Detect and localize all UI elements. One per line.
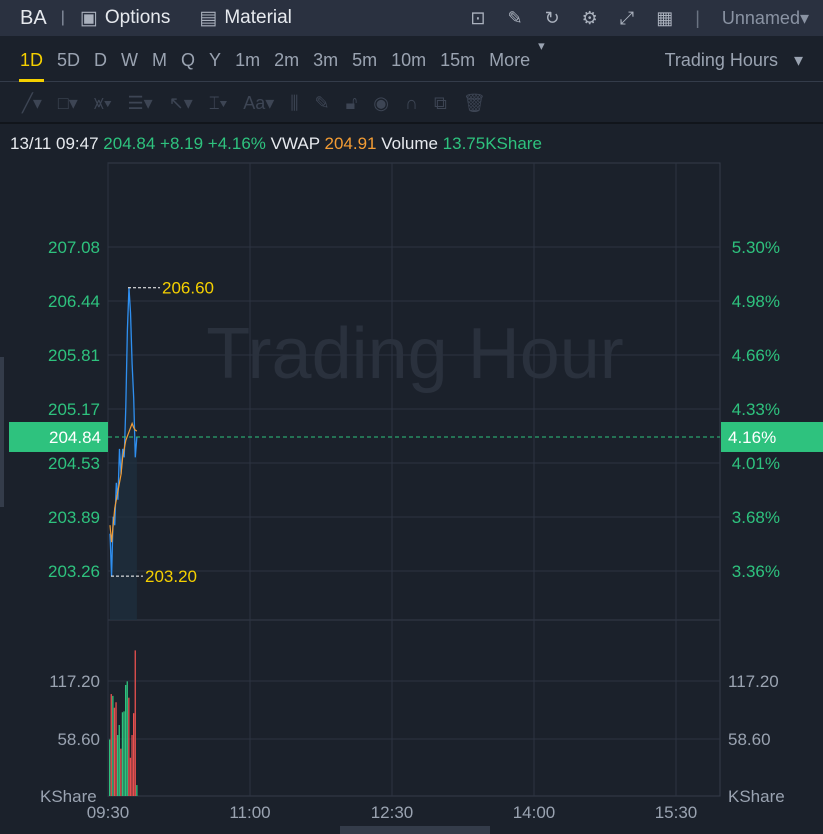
volume-bar [129, 757, 132, 796]
volume-bar [121, 712, 124, 796]
volume-bar [126, 681, 128, 796]
watermark: Trading Hour [206, 314, 624, 394]
pct-tick: 5.30% [732, 238, 780, 257]
time-tick: 12:30 [371, 803, 414, 822]
chart-scrollbar[interactable] [340, 826, 490, 834]
low-label: 203.20 [145, 567, 197, 586]
volume-tick-right: 117.20 [728, 672, 779, 691]
volume-bar [131, 735, 133, 796]
price-tick: 205.81 [48, 346, 100, 365]
volume-bar [115, 702, 117, 796]
volume-tick-right: 58.60 [728, 730, 771, 749]
pct-tick: 4.01% [732, 454, 780, 473]
volume-bar [113, 707, 116, 796]
volume-bar [117, 735, 119, 796]
volume-bar [112, 695, 114, 796]
price-tick: 205.17 [48, 400, 100, 419]
volume-bar [136, 785, 138, 796]
time-tick: 11:00 [229, 803, 270, 822]
volume-tick: 58.60 [57, 730, 100, 749]
pct-tick: 4.98% [732, 292, 780, 311]
intraday-chart[interactable]: 207.08 5.30% 206.44 4.98% 205.81 4.66% 205.17 4… [0, 0, 823, 834]
current-pct-label: 4.16% [728, 428, 776, 447]
time-tick: 15:30 [655, 803, 698, 822]
volume-bar [128, 697, 130, 796]
time-tick: 09:30 [87, 803, 130, 822]
volume-bar [118, 725, 120, 796]
current-price-label: 204.84 [49, 428, 101, 447]
plot-frame [107, 162, 721, 797]
pct-tick: 3.68% [732, 508, 780, 527]
price-tick: 203.89 [48, 508, 100, 527]
volume-bar [125, 684, 127, 796]
volume-bar [123, 711, 125, 796]
volume-bar [110, 694, 112, 796]
time-tick: 14:00 [513, 803, 556, 822]
volume-bar [134, 650, 136, 796]
price-tick: 207.08 [48, 238, 100, 257]
pct-tick: 4.33% [732, 400, 780, 419]
volume-bar [120, 748, 122, 796]
volume-bar [133, 713, 135, 796]
volume-bar [109, 739, 111, 796]
price-tick: 203.26 [48, 562, 100, 581]
pct-tick: 3.36% [732, 562, 780, 581]
volume-tick: 117.20 [49, 672, 100, 691]
pct-tick: 4.66% [732, 346, 780, 365]
volume-unit-right: KShare [728, 787, 785, 806]
price-tick: 206.44 [48, 292, 100, 311]
price-tick: 204.53 [48, 454, 100, 473]
high-label: 206.60 [162, 279, 214, 298]
side-panel-handle[interactable] [0, 357, 4, 507]
